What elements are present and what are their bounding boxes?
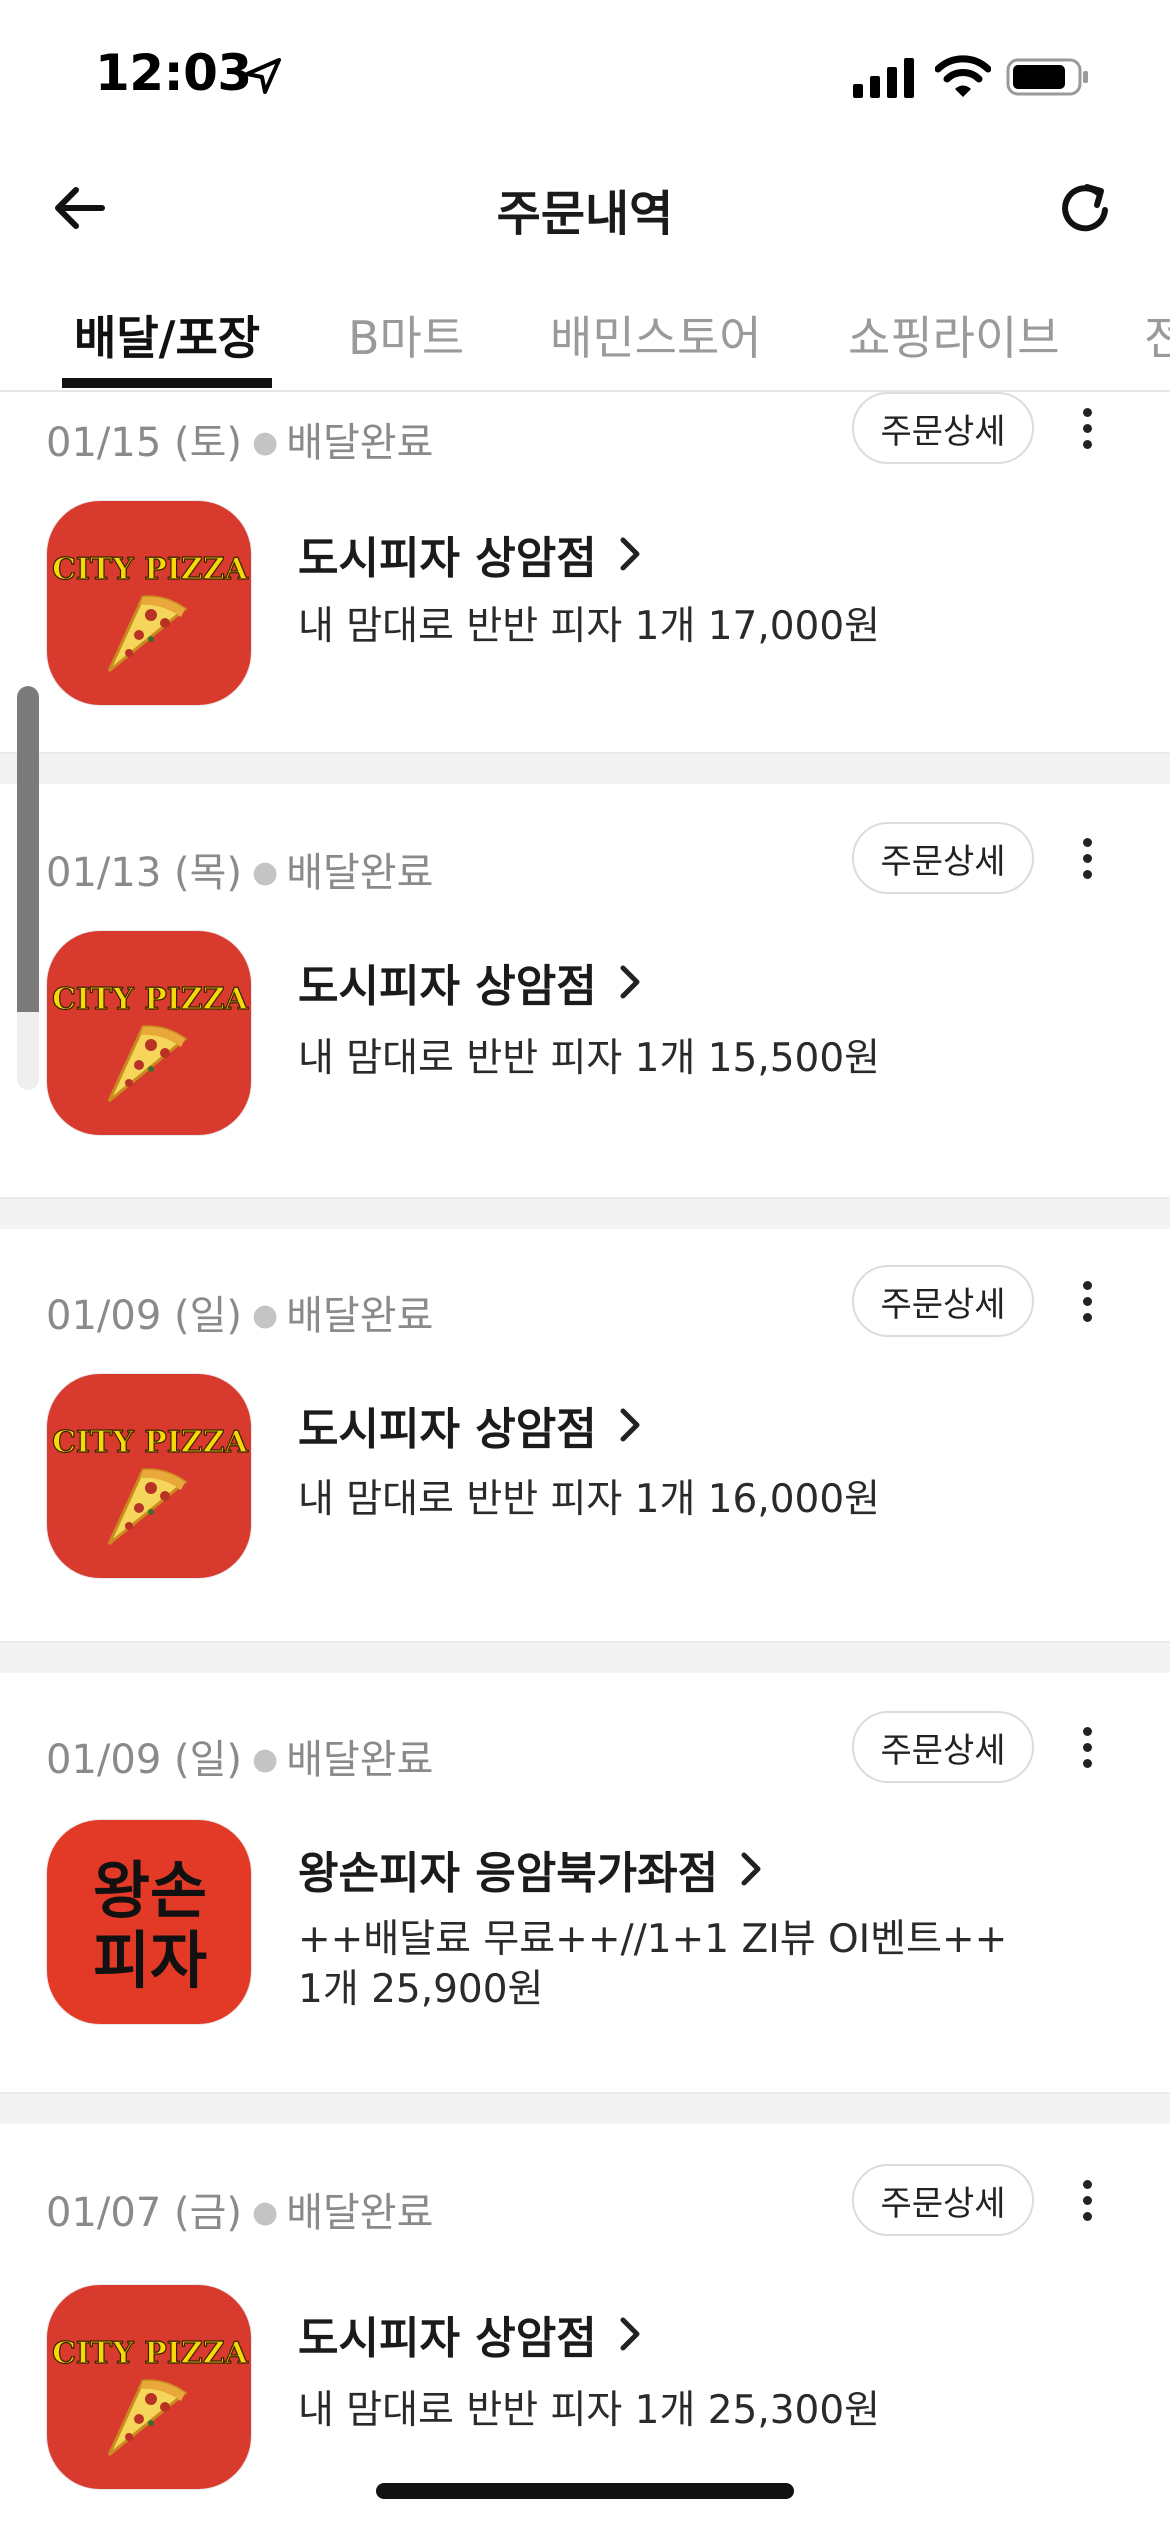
order-card: 01/09 (일) ● 배달완료 주문상세 왕손 피자 왕손피자 응암북가좌점 ++…: [0, 1673, 1170, 2123]
order-date-status: 01/15 (토) ● 배달완료: [46, 420, 434, 466]
order-list: 01/15 (토) ● 배달완료 주문상세 CITY PIZZA 도시피자 상암점 …: [0, 392, 1170, 2532]
store-logo[interactable]: CITY PIZZA: [46, 2284, 252, 2490]
store-name: 도시피자 상암점: [298, 1404, 597, 1455]
store-name: 도시피자 상암점: [298, 2313, 597, 2364]
city-pizza-logo: CITY PIZZA: [47, 1374, 251, 1578]
card-separator: [0, 1197, 1170, 1229]
chevron-right-icon: [620, 1408, 640, 1442]
wifi-icon: [935, 55, 991, 97]
order-date-status: 01/09 (일) ● 배달완료: [46, 1293, 434, 1339]
more-options-icon[interactable]: [1072, 1717, 1102, 1777]
svg-text:CITY PIZZA: CITY PIZZA: [52, 1425, 248, 1460]
order-detail-button[interactable]: 주문상세: [852, 2164, 1034, 2236]
status-time: 12:03: [95, 44, 252, 102]
order-date: 01/09 (일): [46, 1737, 242, 1783]
svg-text:CITY PIZZA: CITY PIZZA: [52, 552, 248, 587]
tab-overflow[interactable]: 전: [1144, 302, 1170, 368]
order-card: 01/13 (목) ● 배달완료 주문상세 CITY PIZZA 도시피자 상암점 …: [0, 784, 1170, 1184]
city-pizza-logo: CITY PIZZA: [47, 501, 251, 705]
order-card: 01/15 (토) ● 배달완료 주문상세 CITY PIZZA 도시피자 상암점 …: [0, 392, 1170, 752]
order-card: 01/07 (금) ● 배달완료 주문상세 CITY PIZZA 도시피자 상암점 …: [0, 2124, 1170, 2532]
svg-text:CITY PIZZA: CITY PIZZA: [52, 2336, 248, 2371]
tab-shopping-live[interactable]: 쇼핑라이브: [848, 302, 1060, 368]
store-logo[interactable]: CITY PIZZA: [46, 500, 252, 706]
order-status: 배달완료: [286, 1737, 434, 1783]
refresh-button[interactable]: [1054, 176, 1118, 240]
tab-baemin-store[interactable]: 배민스토어: [550, 302, 762, 368]
order-date-status: 01/13 (목) ● 배달완료: [46, 850, 434, 896]
order-detail-button[interactable]: 주문상세: [852, 822, 1034, 894]
chevron-right-icon: [620, 2317, 640, 2351]
tab-delivery-pickup[interactable]: 배달/포장: [74, 302, 260, 368]
order-date: 01/09 (일): [46, 1293, 242, 1339]
store-logo[interactable]: 왕손 피자: [46, 1819, 252, 2025]
card-separator: [0, 1641, 1170, 1673]
store-name-link[interactable]: 도시피자 상암점: [298, 2302, 643, 2366]
more-options-icon[interactable]: [1072, 2170, 1102, 2230]
order-date-status: 01/09 (일) ● 배달완료: [46, 1737, 434, 1783]
scrollbar[interactable]: [17, 686, 39, 1090]
page-title: 주문내역: [496, 186, 674, 242]
order-date: 01/15 (토): [46, 420, 242, 466]
store-logo[interactable]: CITY PIZZA: [46, 930, 252, 1136]
status-bar: 12:03: [0, 0, 1170, 150]
home-indicator[interactable]: [376, 2483, 794, 2499]
more-options-icon[interactable]: [1072, 1271, 1102, 1331]
order-menu: 내 맘대로 반반 피자 1개 17,000원: [298, 604, 881, 649]
store-name-link[interactable]: 도시피자 상암점: [298, 1393, 643, 1457]
store-logo[interactable]: CITY PIZZA: [46, 1373, 252, 1579]
store-name: 도시피자 상암점: [298, 533, 597, 584]
order-date-status: 01/07 (금) ● 배달완료: [46, 2190, 434, 2236]
order-menu: 내 맘대로 반반 피자 1개 25,300원: [298, 2388, 881, 2433]
order-status: 배달완료: [286, 2190, 434, 2236]
order-date: 01/13 (목): [46, 850, 242, 896]
svg-text:CITY PIZZA: CITY PIZZA: [52, 982, 248, 1017]
cellular-signal-icon: [853, 58, 914, 98]
battery-icon: [1006, 58, 1088, 96]
card-separator: [0, 2092, 1170, 2124]
order-detail-button[interactable]: 주문상세: [852, 1265, 1034, 1337]
store-name-link[interactable]: 도시피자 상암점: [298, 950, 643, 1014]
order-menu-price: 1개 25,900원: [298, 1967, 544, 2012]
order-menu: ++배달료 무료++//1+1 ZI뷰 OI벤트++: [298, 1917, 1008, 1962]
more-options-icon[interactable]: [1072, 398, 1102, 458]
city-pizza-logo: CITY PIZZA: [47, 2285, 251, 2489]
svg-text:피자: 피자: [93, 1924, 207, 1997]
more-options-icon[interactable]: [1072, 828, 1102, 888]
chevron-right-icon: [620, 965, 640, 999]
wangson-pizza-logo: 왕손 피자: [47, 1820, 251, 2024]
order-detail-button[interactable]: 주문상세: [852, 1711, 1034, 1783]
order-menu: 내 맘대로 반반 피자 1개 15,500원: [298, 1036, 881, 1081]
location-arrow-icon: [245, 58, 281, 94]
order-card: 01/09 (일) ● 배달완료 주문상세 CITY PIZZA 도시피자 상암점 …: [0, 1229, 1170, 1629]
chevron-right-icon: [741, 1852, 761, 1886]
city-pizza-logo: CITY PIZZA: [47, 931, 251, 1135]
store-name: 왕손피자 응암북가좌점: [298, 1848, 719, 1899]
active-tab-indicator: [62, 378, 272, 388]
refresh-icon: [1062, 184, 1108, 232]
store-name: 도시피자 상암점: [298, 961, 597, 1012]
svg-text:왕손: 왕손: [93, 1854, 207, 1927]
order-status: 배달완료: [286, 850, 434, 896]
order-date: 01/07 (금): [46, 2190, 242, 2236]
header: 주문내역: [0, 150, 1170, 262]
order-status: 배달완료: [286, 420, 434, 466]
tab-bar: 배달/포장 B마트 배민스토어 쇼핑라이브 전: [0, 290, 1170, 392]
scrollbar-thumb[interactable]: [17, 686, 39, 1012]
order-status: 배달완료: [286, 1293, 434, 1339]
order-menu: 내 맘대로 반반 피자 1개 16,000원: [298, 1477, 881, 1522]
chevron-right-icon: [620, 537, 640, 571]
order-detail-button[interactable]: 주문상세: [852, 392, 1034, 464]
card-separator: [0, 752, 1170, 784]
store-name-link[interactable]: 왕손피자 응암북가좌점: [298, 1837, 764, 1901]
tab-b-mart[interactable]: B마트: [348, 302, 464, 368]
store-name-link[interactable]: 도시피자 상암점: [298, 522, 643, 586]
